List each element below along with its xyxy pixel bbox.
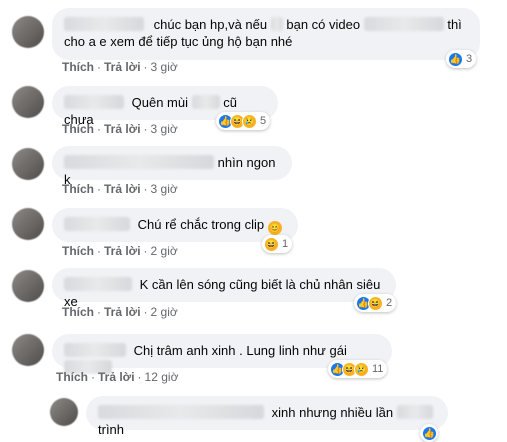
reaction-summary[interactable]: 👍 3 — [446, 50, 477, 68]
avatar[interactable] — [50, 398, 78, 426]
reaction-summary[interactable]: 👍 — [420, 424, 438, 442]
timestamp[interactable]: 3 giờ — [151, 60, 178, 74]
timestamp[interactable]: 3 giờ — [151, 122, 178, 136]
like-button[interactable]: Thích — [62, 60, 94, 74]
comment-actions: Thích · Trả lời · 2 giờ — [62, 244, 178, 258]
blurred-name[interactable] — [64, 343, 126, 357]
comment-bubble: chúc bạn hp,và nếu bạn có video thì cho … — [52, 8, 480, 60]
sad-icon: 😢 — [242, 113, 257, 129]
timestamp[interactable]: 2 giờ — [151, 244, 178, 258]
comment-actions: Thích · Trả lời · 2 giờ — [62, 305, 178, 319]
sad-icon: 😢 — [354, 361, 369, 377]
like-button[interactable]: Thích — [56, 370, 88, 384]
reaction-summary[interactable]: 👍 😆 😢 11 — [328, 360, 388, 378]
comment-bubble: nhìn ngon k — [52, 146, 292, 187]
comment-actions: Thích · Trả lời · 3 giờ — [62, 122, 178, 136]
reaction-count: 11 — [372, 363, 384, 375]
reaction-summary[interactable]: 👍 😆 😢 5 — [216, 112, 271, 130]
timestamp[interactable]: 12 giờ — [145, 370, 179, 384]
reply-button[interactable]: Trả lời — [98, 370, 135, 384]
like-button[interactable]: Thích — [62, 122, 94, 136]
comment-text-part: chúc bạn hp,và nếu — [153, 17, 268, 32]
comment-text-line2: cho a e xem để tiếp tục ủng hộ bạn nhé — [64, 34, 293, 49]
reply-button[interactable]: Trả lời — [104, 60, 141, 74]
comment-text-part: trình — [98, 422, 125, 437]
blurred-name[interactable] — [64, 217, 130, 231]
reply-button[interactable]: Trả lời — [104, 305, 141, 319]
avatar[interactable] — [12, 334, 44, 366]
comment-bubble: Chú rể chắc trong clip 😊 — [52, 208, 298, 242]
smile-emoji-icon: 😊 — [267, 221, 282, 235]
avatar[interactable] — [12, 86, 44, 118]
like-button[interactable]: Thích — [62, 305, 94, 319]
like-button[interactable]: Thích — [62, 182, 94, 196]
reply-button[interactable]: Trả lời — [104, 182, 141, 196]
like-icon: 👍 — [422, 425, 437, 441]
blurred-name[interactable] — [64, 17, 144, 31]
haha-icon: 😆 — [368, 295, 383, 311]
blurred-text — [270, 17, 283, 31]
reaction-count: 3 — [466, 53, 473, 65]
haha-icon: 😆 — [264, 236, 279, 252]
comment-text-part: xinh nhưng nhiều lần — [271, 405, 394, 420]
comment-actions: Thích · Trả lời · 12 giờ — [56, 370, 179, 384]
avatar[interactable] — [12, 16, 44, 48]
reply-button[interactable]: Trả lời — [104, 122, 141, 136]
avatar[interactable] — [12, 208, 44, 240]
blurred-text — [363, 17, 444, 31]
comment-bubble: K cần lên sóng cũng biết là chủ nhân siê… — [52, 268, 396, 309]
comment-text-part: Quên mùi — [131, 95, 188, 110]
reply-button[interactable]: Trả lời — [104, 244, 141, 258]
blurred-text — [396, 405, 433, 419]
blurred-name[interactable] — [64, 155, 214, 169]
comment-actions: Thích · Trả lời · 3 giờ — [62, 60, 178, 74]
avatar[interactable] — [12, 270, 44, 302]
comment-text: Chị trâm anh xinh . Lung linh như gái — [133, 343, 347, 358]
comment-text: Chú rể chắc trong clip — [137, 217, 265, 232]
reaction-count: 5 — [260, 115, 267, 127]
timestamp[interactable]: 2 giờ — [151, 305, 178, 319]
blurred-name[interactable] — [64, 95, 124, 109]
blurred-name[interactable] — [98, 405, 264, 419]
like-icon: 👍 — [448, 51, 463, 67]
blurred-name[interactable] — [64, 277, 132, 291]
reaction-count: 2 — [386, 297, 393, 309]
reaction-summary[interactable]: 👍 😆 2 — [354, 294, 397, 312]
reaction-summary[interactable]: 😆 1 — [262, 235, 293, 253]
timestamp[interactable]: 3 giờ — [151, 182, 178, 196]
avatar[interactable] — [12, 148, 44, 180]
comment-text-part: bạn có video — [286, 17, 361, 32]
reaction-count: 1 — [282, 238, 289, 250]
comment-actions: Thích · Trả lời · 3 giờ — [62, 182, 178, 196]
comment-text-part: thì — [447, 17, 462, 32]
blurred-text — [191, 95, 220, 109]
comment-bubble: xinh nhưng nhiều lần trình — [86, 396, 448, 437]
like-button[interactable]: Thích — [62, 244, 94, 258]
